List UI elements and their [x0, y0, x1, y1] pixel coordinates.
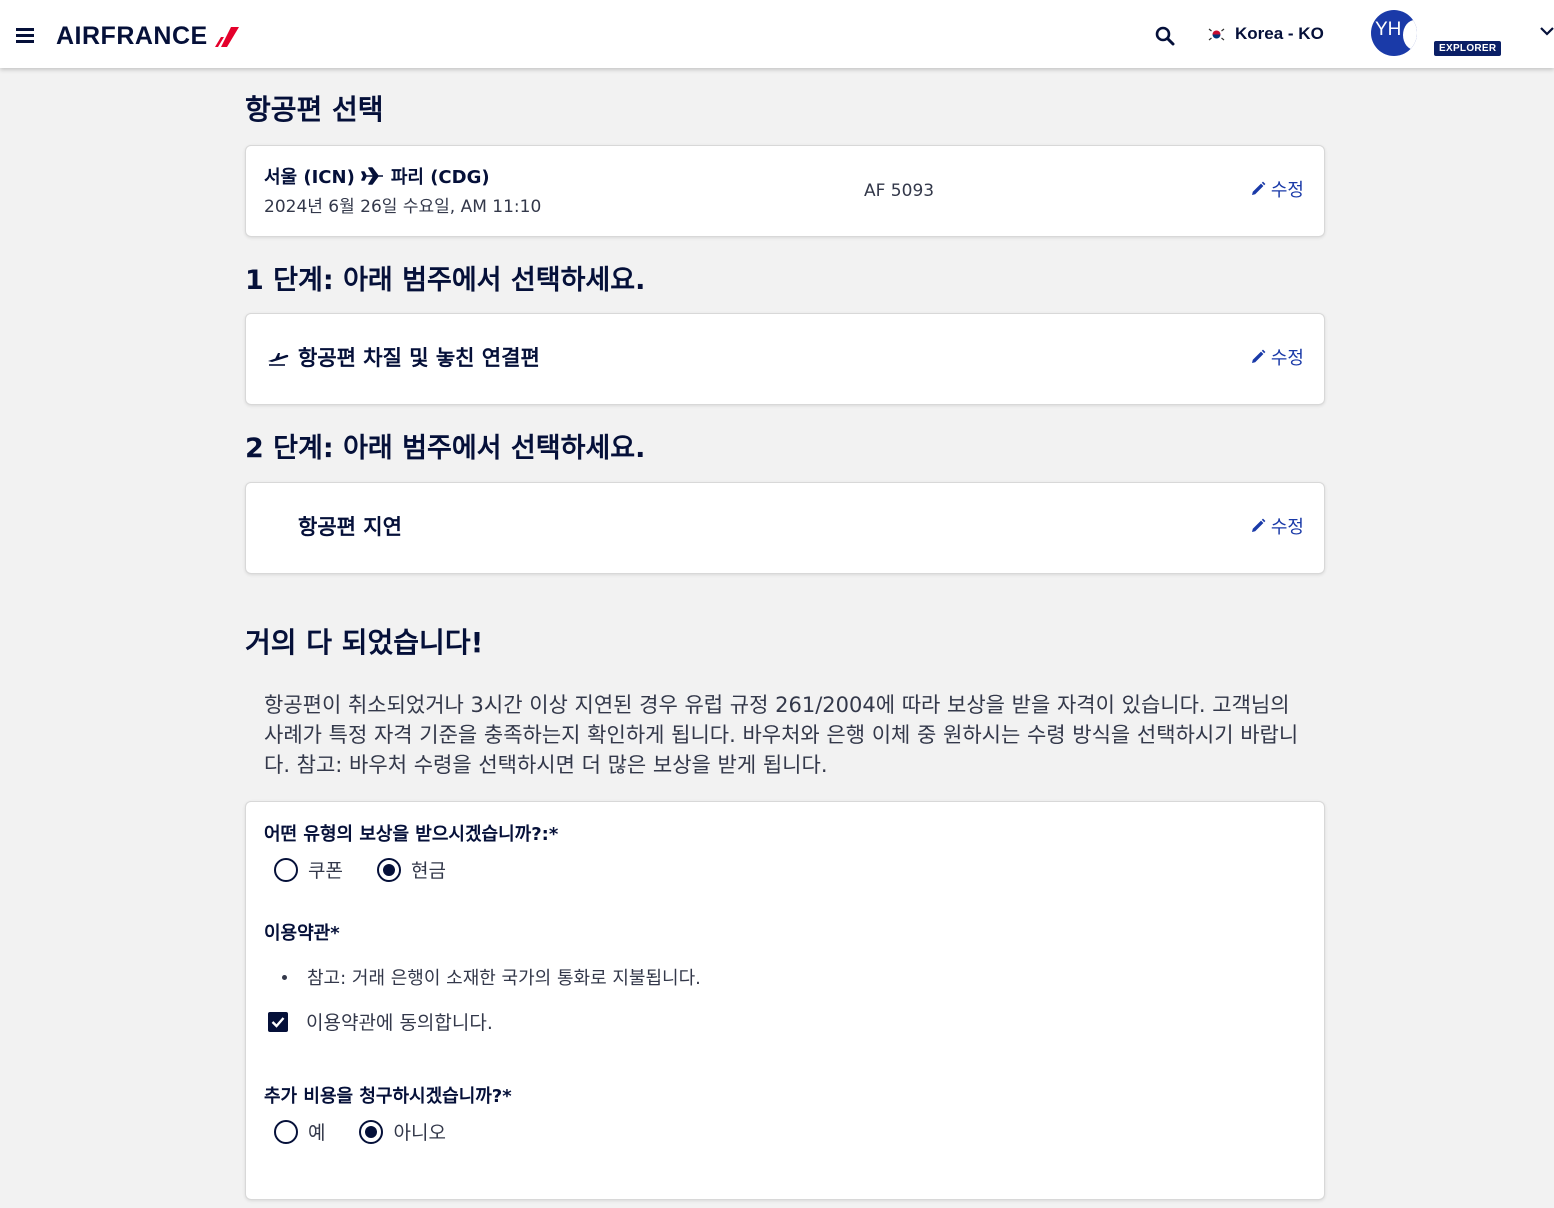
top-navigation-bar: AIRFRANCE Korea - KO YH EXPLORER: [0, 0, 1554, 68]
eligibility-description: 항공편이 취소되었거나 3시간 이상 지연된 경우 유럽 규정 261/2004…: [264, 693, 1299, 777]
flight-card: 서울 (ICN) 파리 (CDG) 2024년 6월 26일 수요일, AM 1…: [245, 145, 1325, 237]
menu-icon[interactable]: [16, 28, 34, 43]
terms-agree-label: 이용약관에 동의합니다.: [306, 1012, 493, 1034]
edit-label: 수정: [1270, 517, 1304, 538]
flight-datetime: 2024년 6월 26일 수요일, AM 11:10: [264, 197, 542, 217]
almost-done-heading: 거의 다 되었습니다!: [245, 626, 484, 659]
search-icon[interactable]: [1155, 26, 1175, 46]
radio-button[interactable]: [274, 857, 298, 882]
page-title: 항공편 선택: [245, 93, 384, 126]
destination-label: 파리 (CDG): [390, 167, 490, 188]
origin-label: 서울 (ICN): [264, 167, 355, 188]
avatar-notch: [1403, 20, 1417, 50]
checkbox-checked[interactable]: [268, 1011, 288, 1032]
radio-no[interactable]: 아니오: [359, 1118, 446, 1145]
radio-label: 아니오: [393, 1122, 446, 1144]
step1-heading: 1 단계: 아래 범주에서 선택하세요.: [245, 265, 646, 296]
logo-slash-icon: [214, 26, 239, 47]
step2-selection: 항공편 지연: [298, 515, 402, 539]
pencil-icon: [1251, 518, 1266, 532]
bullet-icon: [282, 974, 287, 980]
edit-step1-button[interactable]: 수정: [1250, 344, 1304, 370]
checkmark-icon: [271, 1016, 285, 1028]
step1-card: 항공편 차질 및 놓친 연결편 수정: [245, 313, 1325, 405]
user-avatar[interactable]: YH: [1371, 10, 1417, 56]
step1-selection: 항공편 차질 및 놓친 연결편: [298, 346, 540, 370]
edit-label: 수정: [1270, 180, 1304, 201]
radio-label: 현금: [410, 860, 446, 882]
korea-flag-icon: [1208, 26, 1225, 42]
extra-costs-options: 예 아니오: [274, 1118, 446, 1145]
compensation-type-question: 어떤 유형의 보상을 받으시겠습니까?:*: [264, 824, 559, 845]
locale-label: Korea - KO: [1235, 24, 1324, 43]
flight-route: 서울 (ICN) 파리 (CDG): [264, 163, 490, 189]
extra-costs-question: 추가 비용을 청구하시겠습니까?*: [264, 1086, 512, 1107]
compensation-type-options: 쿠폰 현금: [274, 856, 446, 883]
airfrance-logo[interactable]: AIRFRANCE: [56, 22, 239, 51]
edit-step2-button[interactable]: 수정: [1250, 513, 1304, 539]
airplane-icon: [361, 167, 383, 185]
chevron-down-icon[interactable]: [1540, 24, 1554, 38]
radio-yes[interactable]: 예: [274, 1118, 325, 1145]
radio-button-selected[interactable]: [359, 1119, 384, 1144]
edit-flight-button[interactable]: 수정: [1250, 176, 1304, 202]
step2-card: 항공편 지연 수정: [245, 482, 1325, 574]
step2-heading: 2 단계: 아래 범주에서 선택하세요.: [245, 433, 646, 464]
pencil-icon: [1251, 181, 1266, 195]
compensation-form: 어떤 유형의 보상을 받으시겠습니까?:* 쿠폰 현금 이용약관* 참고: 거래…: [245, 801, 1325, 1200]
radio-cash[interactable]: 현금: [376, 856, 446, 883]
terms-heading: 이용약관*: [264, 923, 340, 944]
airplane-departure-icon: [268, 353, 289, 366]
radio-label: 쿠폰: [308, 860, 343, 882]
terms-agree-checkbox[interactable]: 이용약관에 동의합니다.: [268, 1008, 493, 1035]
terms-note: 참고: 거래 은행이 소재한 국가의 통화로 지불됩니다.: [282, 964, 701, 990]
radio-button[interactable]: [274, 1119, 298, 1144]
radio-coupon[interactable]: 쿠폰: [274, 856, 343, 883]
locale-selector[interactable]: Korea - KO: [1208, 24, 1324, 44]
terms-note-text: 참고: 거래 은행이 소재한 국가의 통화로 지불됩니다.: [307, 968, 701, 989]
avatar-initials: YH: [1375, 19, 1402, 40]
radio-button-selected[interactable]: [376, 857, 401, 882]
edit-label: 수정: [1270, 348, 1304, 369]
logo-wordmark: AIRFRANCE: [56, 22, 208, 50]
radio-label: 예: [308, 1122, 326, 1144]
flight-number: AF 5093: [864, 181, 935, 201]
pencil-icon: [1251, 349, 1266, 363]
membership-badge: EXPLORER: [1434, 41, 1502, 56]
